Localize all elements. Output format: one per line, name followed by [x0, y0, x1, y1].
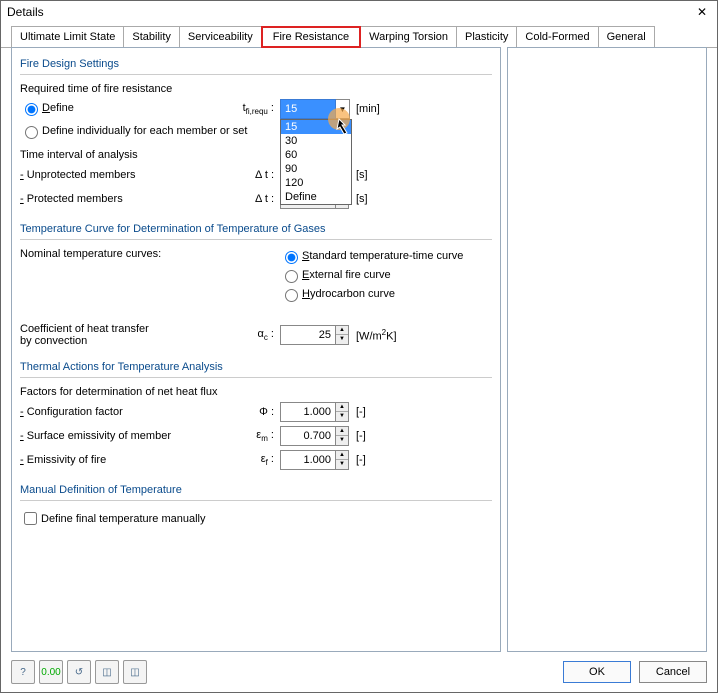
spin-up[interactable]: ▲ — [336, 326, 348, 335]
tab-fire-resistance[interactable]: Fire Resistance — [261, 26, 361, 48]
radio-define[interactable]: Define — [20, 100, 240, 116]
emissivity-member-input[interactable] — [280, 426, 336, 446]
fire-time-combo[interactable]: 15 — [280, 99, 336, 119]
unit-wm2k: [W/m2K] — [350, 328, 397, 343]
ok-button[interactable]: OK — [563, 661, 631, 683]
cancel-button[interactable]: Cancel — [639, 661, 707, 683]
tab-general[interactable]: General — [598, 26, 655, 48]
tab-warping-torsion[interactable]: Warping Torsion — [360, 26, 457, 48]
group-title: Fire Design Settings — [20, 58, 492, 72]
radio-hydrocarbon-curve[interactable]: Hydrocarbon curve — [280, 286, 463, 302]
dt-symbol: Δ t : — [240, 193, 280, 205]
bottom-bar: ? 0.00 ↺ ◫ ◫ OK Cancel — [11, 660, 707, 684]
radio-standard-curve[interactable]: Standard temperature-time curve — [280, 248, 463, 264]
spin-down[interactable]: ▼ — [336, 412, 348, 421]
title-bar: Details ✕ — [1, 1, 717, 23]
group-manual-temperature: Manual Definition of Temperature Define … — [20, 484, 492, 528]
unit-dash: [-] — [350, 430, 366, 442]
spin-down[interactable]: ▼ — [336, 460, 348, 469]
help-icon[interactable]: ? — [11, 660, 35, 684]
layout-icon-2[interactable]: ◫ — [123, 660, 147, 684]
dropdown-item-60[interactable]: 60 — [281, 148, 351, 162]
tab-serviceability[interactable]: Serviceability — [179, 26, 262, 48]
group-title: Temperature Curve for Determination of T… — [20, 223, 492, 237]
group-thermal-actions: Thermal Actions for Temperature Analysis… — [20, 361, 492, 470]
spin-down[interactable]: ▼ — [336, 436, 348, 445]
units-icon[interactable]: 0.00 — [39, 660, 63, 684]
emissivity-fire-label: - Emissivity of fire — [20, 454, 240, 466]
dropdown-item-90[interactable]: 90 — [281, 162, 351, 176]
spin-up[interactable]: ▲ — [336, 451, 348, 460]
emissivity-member-label: - Surface emissivity of member — [20, 430, 240, 442]
required-time-label: Required time of fire resistance — [20, 83, 492, 95]
time-interval-label: Time interval of analysis — [20, 149, 492, 161]
close-icon[interactable]: ✕ — [693, 5, 711, 19]
coeff-label-1: Coefficient of heat transfer — [20, 323, 240, 335]
spin-down[interactable]: ▼ — [336, 335, 348, 344]
tab-cold-formed[interactable]: Cold-Formed — [516, 26, 598, 48]
dropdown-item-120[interactable]: 120 — [281, 176, 351, 190]
tab-strip: Ultimate Limit State Stability Serviceab… — [1, 25, 717, 48]
unit-dash: [-] — [350, 406, 366, 418]
dropdown-item-define[interactable]: Define — [281, 190, 351, 204]
unit-min: [min] — [350, 103, 380, 115]
tab-stability[interactable]: Stability — [123, 26, 180, 48]
unit-dash: [-] — [350, 454, 366, 466]
dt-symbol: Δ t : — [240, 169, 280, 181]
config-factor-label: - Configuration factor — [20, 406, 240, 418]
alpha-c-symbol: αc : — [240, 328, 280, 342]
checkbox-manual-temperature[interactable]: Define final temperature manually — [20, 509, 492, 528]
group-fire-design-settings: Fire Design Settings Required time of fi… — [20, 58, 492, 209]
group-title: Manual Definition of Temperature — [20, 484, 492, 498]
emissivity-fire-input[interactable] — [280, 450, 336, 470]
tab-plasticity[interactable]: Plasticity — [456, 26, 517, 48]
left-column: Fire Design Settings Required time of fi… — [11, 47, 501, 652]
radio-individual[interactable]: Define individually for each member or s… — [20, 123, 492, 139]
spin-up[interactable]: ▲ — [336, 427, 348, 436]
radio-external-curve[interactable]: External fire curve — [280, 267, 463, 283]
right-panel — [507, 47, 707, 652]
coeff-label-2: by convection — [20, 335, 240, 347]
nominal-curves-label: Nominal temperature curves: — [20, 248, 280, 260]
window-title: Details — [7, 5, 44, 19]
fire-time-dropdown[interactable]: 15 30 60 90 120 Define — [280, 119, 352, 205]
group-title: Thermal Actions for Temperature Analysis — [20, 361, 492, 375]
content-area: Fire Design Settings Required time of fi… — [11, 47, 707, 652]
eps-f-symbol: εf : — [240, 453, 280, 467]
phi-symbol: Φ : — [240, 406, 280, 418]
tab-ultimate-limit-state[interactable]: Ultimate Limit State — [11, 26, 124, 48]
unit-s: [s] — [350, 193, 368, 205]
protected-label: - Protected members — [20, 193, 240, 205]
layout-icon-1[interactable]: ◫ — [95, 660, 119, 684]
unprotected-label: - Unprotected members — [20, 169, 240, 181]
spin-up[interactable]: ▲ — [336, 403, 348, 412]
reset-icon[interactable]: ↺ — [67, 660, 91, 684]
config-factor-input[interactable] — [280, 402, 336, 422]
dropdown-item-30[interactable]: 30 — [281, 134, 351, 148]
t-symbol: tfi,requ : — [240, 102, 280, 116]
fire-time-combo-button[interactable]: ▼ — [336, 99, 350, 119]
dropdown-item-15[interactable]: 15 — [281, 120, 351, 134]
alpha-c-input[interactable] — [280, 325, 336, 345]
unit-s: [s] — [350, 169, 368, 181]
factors-label: Factors for determination of net heat fl… — [20, 386, 492, 398]
eps-m-symbol: εm : — [240, 429, 280, 443]
group-temperature-curve: Temperature Curve for Determination of T… — [20, 223, 492, 347]
